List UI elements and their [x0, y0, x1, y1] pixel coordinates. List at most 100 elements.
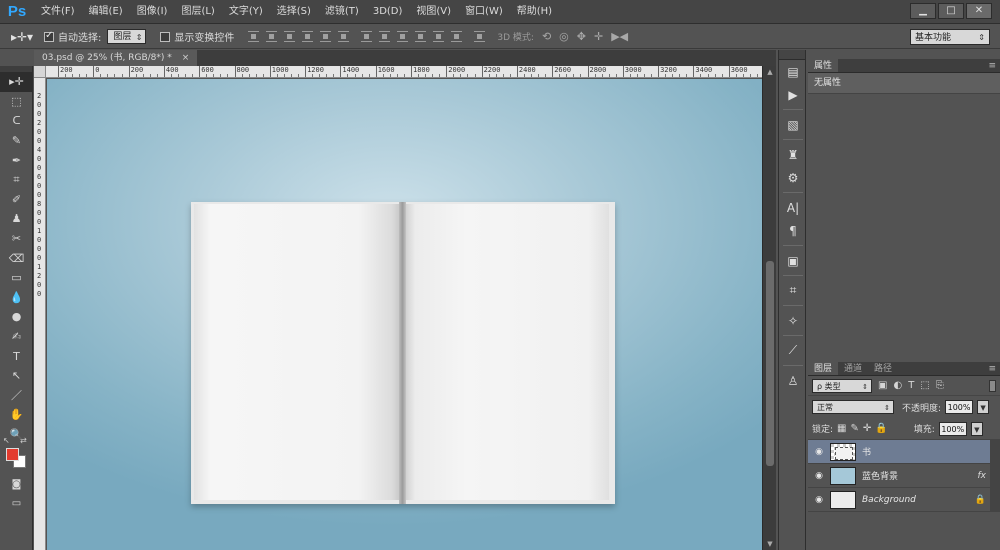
filter-type-icon[interactable]: T	[908, 380, 914, 391]
menu-help[interactable]: 帮助(H)	[510, 0, 559, 24]
layer-effects-fx-icon[interactable]: fx	[978, 471, 987, 481]
lock-transparent-icon[interactable]: ▦	[837, 423, 846, 434]
tab-paths[interactable]: 路径	[868, 362, 898, 375]
quick-select-tool-icon[interactable]: ✎	[0, 131, 33, 151]
visibility-eye-icon[interactable]: ◉	[808, 471, 830, 481]
healing-tool-icon[interactable]: ⌗	[0, 170, 33, 190]
tab-properties[interactable]: 属性	[808, 59, 839, 72]
visibility-eye-icon[interactable]: ◉	[808, 495, 830, 505]
fill-input[interactable]: 100%	[938, 421, 967, 436]
brush-presets-panel-icon[interactable]: ♜	[779, 143, 807, 166]
menu-file[interactable]: 文件(F)	[34, 0, 82, 24]
layer-name[interactable]: 蓝色背景	[862, 469, 898, 482]
maximize-button[interactable]: □	[938, 3, 964, 19]
layers-scrollbar[interactable]	[990, 440, 1000, 464]
auto-select-dropdown[interactable]: 图层	[107, 29, 147, 45]
workspace-dropdown[interactable]: 基本功能	[910, 29, 990, 46]
close-tab-icon[interactable]: ×	[182, 53, 190, 63]
clone-source-panel-icon[interactable]: ♙	[779, 369, 807, 392]
path-select-tool-icon[interactable]: ↖	[0, 366, 33, 386]
character-panel-icon[interactable]: A|	[779, 196, 807, 219]
screen-mode-icon[interactable]: ▭	[0, 494, 33, 514]
default-colors-icon[interactable]: ↖	[3, 436, 10, 445]
filter-toggle-switch[interactable]	[989, 379, 996, 392]
layer-row-blue-background[interactable]: ◉ 蓝色背景 fx	[808, 464, 1000, 488]
dodge-tool-icon[interactable]: ●	[0, 307, 33, 327]
distribute-left-icon[interactable]	[415, 31, 427, 42]
lock-image-icon[interactable]: ✎	[851, 423, 859, 434]
3d-rotate-icon[interactable]: ⟲	[542, 30, 551, 43]
document-tab[interactable]: 03.psd @ 25% (书, RGB/8*) * ×	[34, 50, 198, 66]
foreground-color-swatch[interactable]	[6, 448, 19, 462]
blur-tool-icon[interactable]: 💧	[0, 288, 33, 308]
distribute-bottom-icon[interactable]	[397, 31, 409, 42]
close-button[interactable]: ✕	[966, 3, 992, 19]
layer-name[interactable]: Background	[862, 495, 916, 505]
scrollbar-thumb[interactable]	[766, 261, 774, 466]
align-vcenter-icon[interactable]	[266, 31, 278, 42]
align-left-icon[interactable]	[302, 31, 314, 42]
filter-shape-icon[interactable]: ⬚	[920, 380, 929, 391]
layer-name[interactable]: 书	[862, 445, 871, 458]
adjustments-panel-icon[interactable]: ⚙	[779, 166, 807, 189]
tab-channels[interactable]: 通道	[838, 362, 868, 375]
show-transform-checkbox[interactable]	[160, 31, 171, 42]
measurement-panel-icon[interactable]: ⟋	[779, 339, 807, 362]
auto-select-checkbox[interactable]	[44, 30, 54, 42]
canvas[interactable]	[47, 79, 762, 550]
crop-panel-icon[interactable]: ⌗	[779, 279, 807, 302]
ruler-origin[interactable]	[34, 66, 46, 78]
distribute-vcenter-icon[interactable]	[379, 31, 391, 42]
menu-select[interactable]: 选择(S)	[270, 0, 318, 24]
history-brush-tool-icon[interactable]: ✂	[0, 229, 33, 249]
3d-drag-icon[interactable]: ✥	[577, 30, 586, 43]
clone-stamp-tool-icon[interactable]: ♟	[0, 209, 33, 229]
menu-3d[interactable]: 3D(D)	[366, 0, 410, 24]
layer-filter-kind-dropdown[interactable]: ρ 类型	[812, 378, 872, 394]
brush-tool-icon[interactable]: ✐	[0, 190, 33, 210]
visibility-eye-icon[interactable]: ◉	[808, 447, 830, 457]
pen-tool-icon[interactable]: ✍	[0, 327, 33, 347]
blend-mode-dropdown[interactable]: 正常	[812, 400, 894, 415]
distribute-top-icon[interactable]	[361, 31, 373, 42]
distribute-right-icon[interactable]	[451, 31, 463, 42]
minimize-button[interactable]: ▁	[910, 3, 936, 19]
layers-scrollbar[interactable]	[990, 488, 1000, 512]
opacity-slider-arrow-icon[interactable]: ▼	[977, 400, 990, 414]
menu-view[interactable]: 视图(V)	[409, 0, 458, 24]
quick-mask-icon[interactable]: ◙	[0, 474, 33, 494]
align-right-icon[interactable]	[338, 31, 350, 42]
menu-layer[interactable]: 图层(L)	[174, 0, 221, 24]
type-tool-icon[interactable]: T	[0, 346, 33, 366]
lock-position-icon[interactable]: ✛	[863, 423, 871, 434]
distribute-hcenter-icon[interactable]	[433, 31, 445, 42]
swap-colors-icon[interactable]: ⇄	[20, 436, 27, 445]
layers-menu-icon[interactable]: ≡	[988, 362, 996, 376]
menu-window[interactable]: 窗口(W)	[458, 0, 510, 24]
horizontal-ruler[interactable]: 200 0 200 400 600 800 1000 1200 1400 1600 1800 2000…	[46, 66, 762, 78]
actions-panel-icon[interactable]: ▶	[779, 83, 807, 106]
icon-strip-grip[interactable]	[779, 50, 805, 60]
lasso-tool-icon[interactable]: ᑕ	[0, 111, 33, 131]
scroll-up-arrow-icon[interactable]: ▲	[763, 66, 777, 78]
menu-filter[interactable]: 滤镜(T)	[318, 0, 366, 24]
3d-slide-icon[interactable]: ✛	[594, 30, 603, 43]
history-panel-icon[interactable]: ▤	[779, 60, 807, 83]
opacity-input[interactable]: 100%	[945, 400, 974, 414]
properties-menu-icon[interactable]: ≡	[988, 59, 996, 73]
eyedropper-tool-icon[interactable]: ✒	[0, 150, 33, 170]
menu-type[interactable]: 文字(Y)	[222, 0, 270, 24]
align-top-icon[interactable]	[248, 31, 260, 42]
canvas-vertical-scrollbar[interactable]: ▲ ▼	[762, 66, 776, 550]
marquee-tool-icon[interactable]: ⬚	[0, 92, 33, 112]
auto-align-icon[interactable]	[474, 31, 486, 42]
hand-tool-icon[interactable]: ✋	[0, 405, 33, 425]
menu-edit[interactable]: 编辑(E)	[82, 0, 130, 24]
layer-row-background[interactable]: ◉ Background 🔒	[808, 488, 1000, 512]
fill-slider-arrow-icon[interactable]: ▼	[970, 421, 983, 436]
align-hcenter-icon[interactable]	[320, 31, 332, 42]
filter-pixel-icon[interactable]: ▣	[878, 380, 887, 391]
3d-roll-icon[interactable]: ◎	[559, 30, 569, 43]
swatches-panel-icon[interactable]: ▧	[779, 113, 807, 136]
move-tool-icon[interactable]: ▸✛	[0, 72, 33, 92]
